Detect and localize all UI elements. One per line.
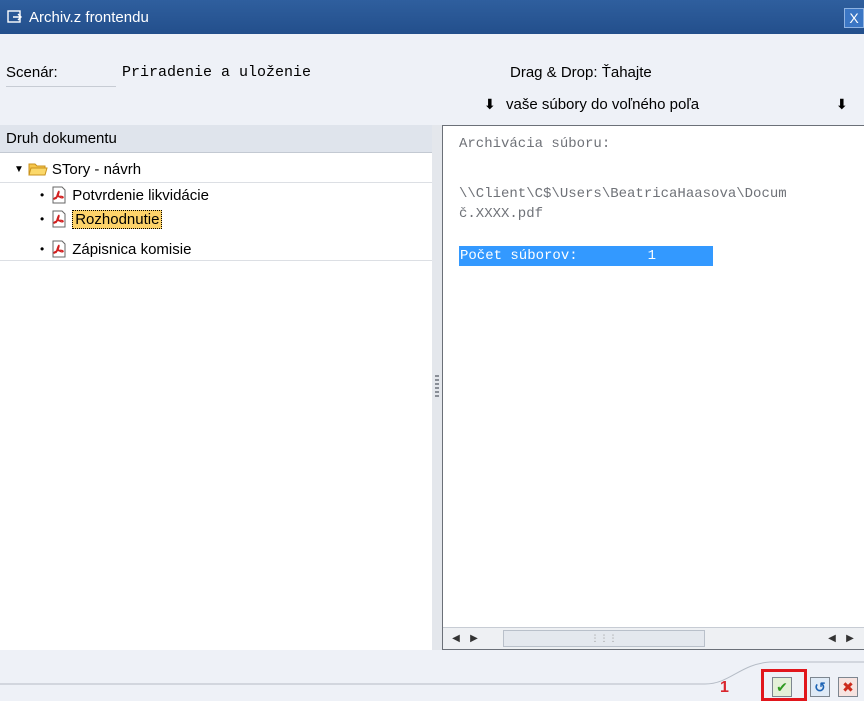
archive-path-line: č.XXXX.pdf [459,206,544,222]
tree-root-node[interactable]: ▼ STory - návrh [14,157,141,181]
refresh-help-icon: ↺ [814,678,826,695]
expand-triangle-icon[interactable]: ▼ [14,164,24,175]
tree-item-selected[interactable]: • Rozhodnutie [40,207,163,231]
help-button[interactable]: ↺ [810,677,830,697]
bullet-icon: • [40,242,45,256]
pdf-icon [50,210,68,228]
tree-item[interactable]: • Potvrdenie likvidácie [40,183,209,207]
cancel-button[interactable]: ✖ [838,677,858,697]
scenario-label: Scenár: [6,64,58,81]
document-type-tree: Druh dokumentu ▼ STory - návrh • Potvrde… [0,125,432,650]
tree-header: Druh dokumentu [0,125,432,153]
scroll-left-icon[interactable]: ◀ [823,630,841,647]
checkmark-icon: ✔ [776,678,788,695]
scenario-value: Priradenie a uloženie [122,64,312,81]
folder-open-icon [28,161,48,177]
confirm-button[interactable]: ✔ [772,677,792,697]
drag-drop-hint: ⬇ vaše súbory do voľného poľa [484,96,699,113]
pdf-icon [50,186,68,204]
step-number-annotation: 1 [720,679,729,696]
cancel-icon: ✖ [842,678,854,695]
tree-item-label: Rozhodnutie [72,209,163,229]
scroll-thumb[interactable]: ⋮⋮⋮ [503,630,705,647]
tree-item-label: Potvrdenie likvidácie [72,186,209,204]
scenario-underline [6,86,116,87]
tree-item-label: Zápisnica komisie [72,240,192,258]
file-count-value: 1 [647,248,657,264]
bullet-icon: • [40,188,45,202]
drag-drop-hint-text: vaše súbory do voľného poľa [506,96,700,113]
panel-splitter[interactable] [432,125,442,650]
drag-drop-title: Drag & Drop: Ťahajte [510,64,652,81]
header-area: Scenár: Priradenie a uloženie Drag & Dro… [0,34,864,122]
footer-toolbar: 1 ✔ ↺ ✖ [0,650,864,701]
pdf-icon [50,240,68,258]
scroll-right-icon[interactable]: ▶ [465,630,483,647]
close-button[interactable]: X [844,8,864,28]
tree-root-label: STory - návrh [51,160,142,178]
footer-divider-curve [0,661,864,685]
scroll-right-icon[interactable]: ▶ [841,630,859,647]
scroll-left-icon[interactable]: ◀ [447,630,465,647]
file-count-label: Počet súborov: [460,248,578,264]
archive-heading: Archivácia súboru: [459,136,611,152]
horizontal-scrollbar[interactable]: ◀ ▶ ⋮⋮⋮ ◀ ▶ [443,627,864,649]
window-title: Archiv.z frontendu [29,8,149,26]
archive-path-line: \\Client\C$\Users\BeatricaHaasova\Docum [459,186,787,202]
file-count-row: Počet súborov: 1 [459,246,713,266]
arrow-down-icon: ⬇ [484,96,496,112]
arrow-down-icon: ⬇ [836,96,848,112]
title-bar: Archiv.z frontendu X [0,0,864,34]
archive-drop-area[interactable]: Archivácia súboru: \\Client\C$\Users\Bea… [442,125,864,650]
tree-divider [0,260,432,261]
external-link-icon [6,8,24,26]
splitter-grip-icon[interactable] [435,375,439,399]
bullet-icon: • [40,212,45,226]
tree-item[interactable]: • Zápisnica komisie [40,237,191,261]
